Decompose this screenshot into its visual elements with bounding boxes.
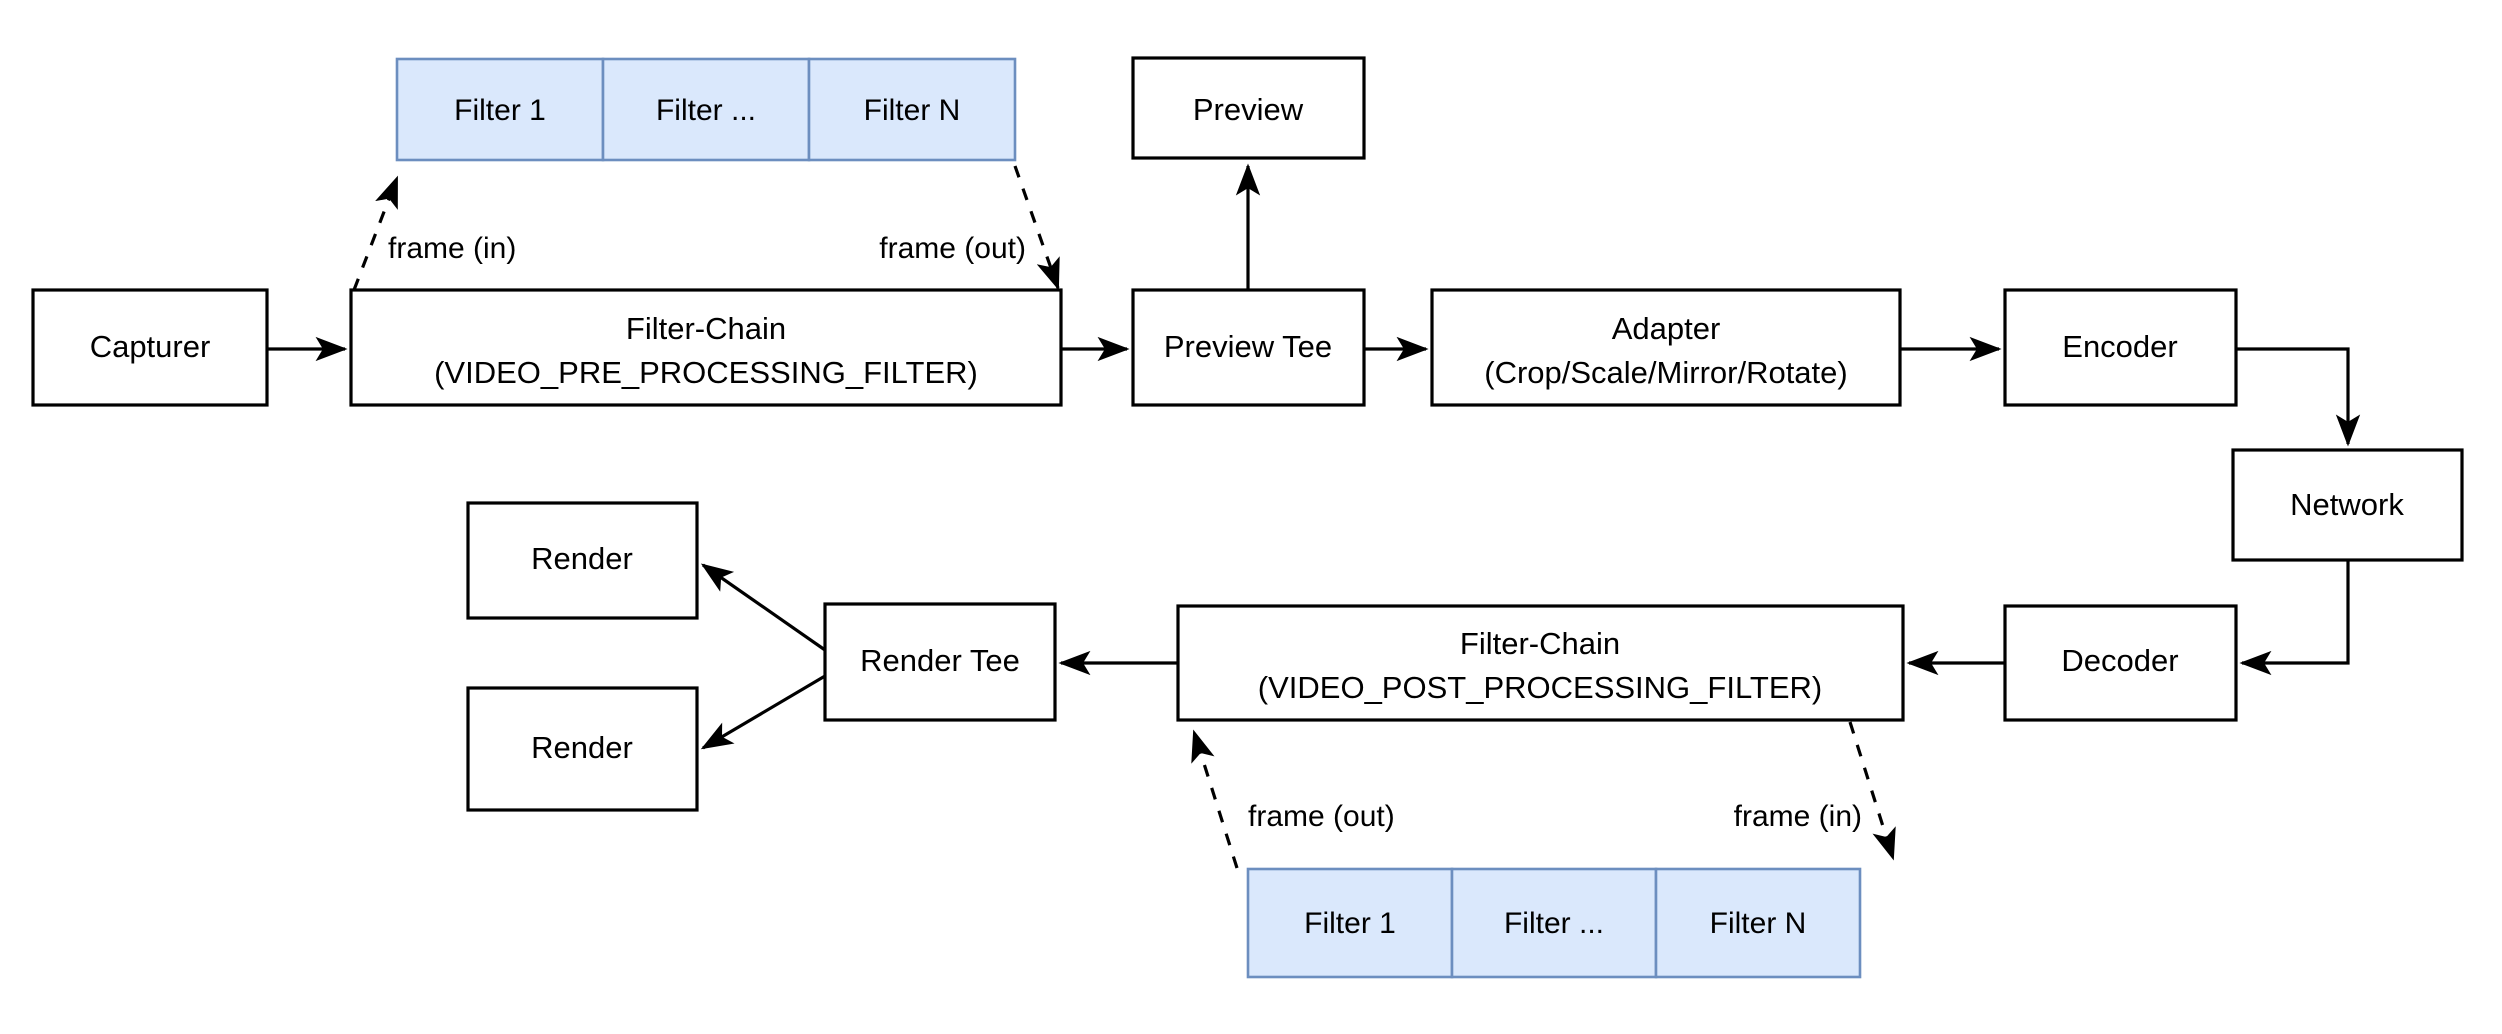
decoder-node[interactable]: Decoder bbox=[2003, 604, 2238, 722]
bottom-frame-out-connector bbox=[1191, 729, 1239, 869]
decoder-label: Decoder bbox=[2061, 643, 2178, 678]
bottom-filter-label-3: Filter N bbox=[1710, 907, 1807, 940]
encoder-node[interactable]: Encoder bbox=[2003, 288, 2238, 407]
top-frame-out-connector bbox=[1013, 165, 1060, 291]
pre-filter-chain-label-line2: (VIDEO_PRE_PROCESSING_FILTER) bbox=[434, 355, 978, 390]
top-frame-out-label: frame (out) bbox=[879, 232, 1026, 265]
rendertee-to-render-bottom-edge bbox=[700, 674, 826, 750]
network-node[interactable]: Network bbox=[2231, 448, 2464, 562]
encoder-label: Encoder bbox=[2062, 329, 2177, 364]
pre-filter-chain-label-line1: Filter-Chain bbox=[626, 311, 786, 346]
rendertee-to-render-top-edge bbox=[700, 563, 826, 652]
post-filter-chain-label-line2: (VIDEO_POST_PROCESSING_FILTER) bbox=[1258, 670, 1822, 705]
post-filter-chain-node[interactable]: Filter-Chain (VIDEO_POST_PROCESSING_FILT… bbox=[1176, 604, 1905, 722]
pre-filter-chain-node[interactable]: Filter-Chain (VIDEO_PRE_PROCESSING_FILTE… bbox=[349, 288, 1063, 407]
render-bottom-node[interactable]: Render bbox=[466, 686, 699, 812]
network-label: Network bbox=[2290, 487, 2404, 522]
render-top-node[interactable]: Render bbox=[466, 501, 699, 620]
adapter-label-line2: (Crop/Scale/Mirror/Rotate) bbox=[1484, 355, 1847, 390]
preview-label: Preview bbox=[1193, 92, 1304, 127]
pipeline-diagram: Filter 1 Filter ... Filter N frame (in) … bbox=[31, 56, 2464, 979]
network-to-decoder-edge bbox=[2239, 560, 2350, 676]
top-frame-in-label: frame (in) bbox=[388, 232, 516, 265]
preview-tee-node[interactable]: Preview Tee bbox=[1131, 288, 1366, 407]
bottom-filter-label-1: Filter 1 bbox=[1304, 907, 1396, 940]
adapter-label-line1: Adapter bbox=[1612, 311, 1721, 346]
diagram-canvas: Filter 1 Filter ... Filter N frame (in) … bbox=[0, 0, 2502, 1034]
bottom-frame-out-label: frame (out) bbox=[1248, 800, 1395, 833]
top-filter-label-1: Filter 1 bbox=[454, 94, 546, 127]
bottom-filter-strip: Filter 1 Filter ... Filter N bbox=[1246, 867, 1862, 979]
render-tee-node[interactable]: Render Tee bbox=[823, 602, 1057, 722]
bottom-frame-in-label: frame (in) bbox=[1734, 800, 1862, 833]
bottom-filter-label-2: Filter ... bbox=[1504, 907, 1604, 940]
encoder-to-network-edge bbox=[2236, 347, 2361, 447]
render-tee-label: Render Tee bbox=[860, 643, 1020, 678]
top-filter-label-3: Filter N bbox=[864, 94, 961, 127]
capturer-node[interactable]: Capturer bbox=[31, 288, 269, 407]
render-top-label: Render bbox=[531, 541, 633, 576]
render-bottom-label: Render bbox=[531, 730, 633, 765]
top-filter-strip: Filter 1 Filter ... Filter N bbox=[395, 57, 1017, 162]
bottom-frame-in-connector bbox=[1848, 721, 1896, 861]
adapter-node[interactable]: Adapter (Crop/Scale/Mirror/Rotate) bbox=[1430, 288, 1902, 407]
capturer-label: Capturer bbox=[90, 329, 211, 364]
preview-node[interactable]: Preview bbox=[1131, 56, 1366, 160]
post-filter-chain-label-line1: Filter-Chain bbox=[1460, 626, 1620, 661]
preview-tee-label: Preview Tee bbox=[1164, 329, 1332, 364]
top-filter-label-2: Filter ... bbox=[656, 94, 756, 127]
